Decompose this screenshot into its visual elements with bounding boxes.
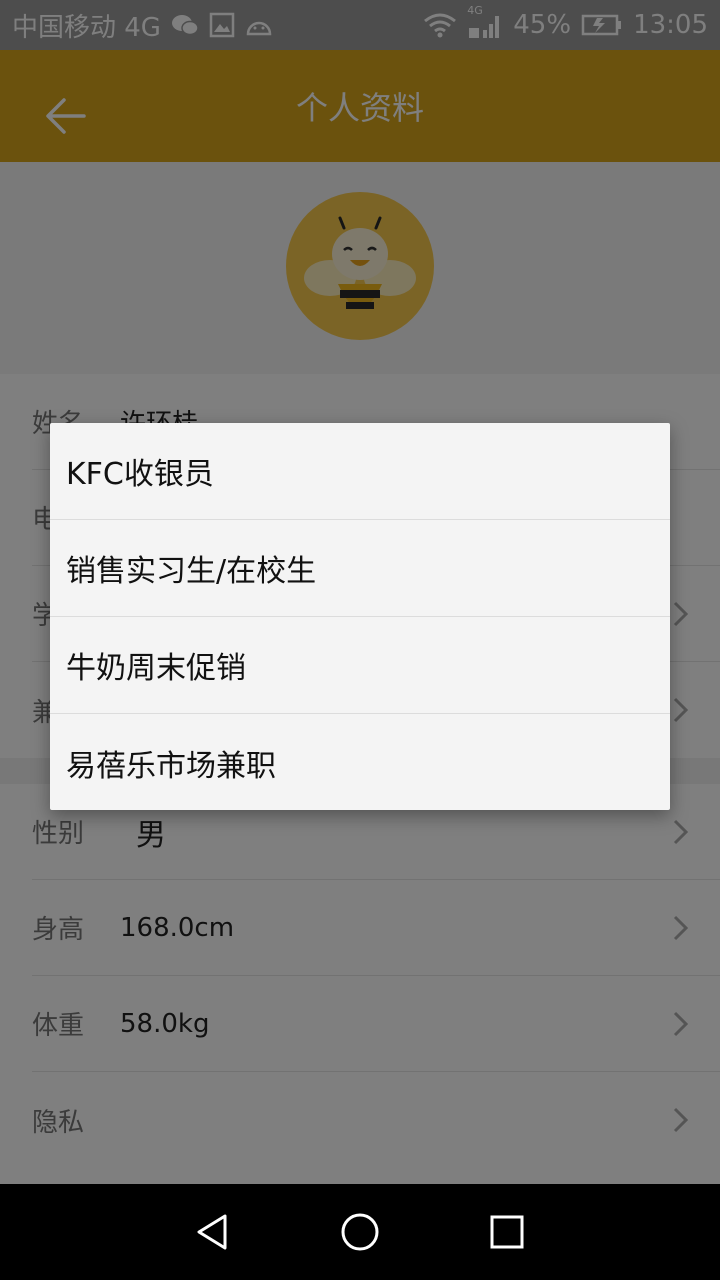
back-triangle-icon[interactable]: [183, 1202, 243, 1262]
dialog-option[interactable]: 销售实习生/在校生: [50, 520, 670, 617]
system-nav-bar: [0, 1184, 720, 1280]
dialog-option[interactable]: 牛奶周末促销: [50, 617, 670, 714]
job-select-dialog: KFC收银员 销售实习生/在校生 牛奶周末促销 易蓓乐市场兼职: [50, 423, 670, 810]
dialog-option[interactable]: KFC收银员: [50, 423, 670, 520]
recents-square-icon[interactable]: [477, 1202, 537, 1262]
home-circle-icon[interactable]: [330, 1202, 390, 1262]
dialog-option[interactable]: 易蓓乐市场兼职: [50, 714, 670, 811]
